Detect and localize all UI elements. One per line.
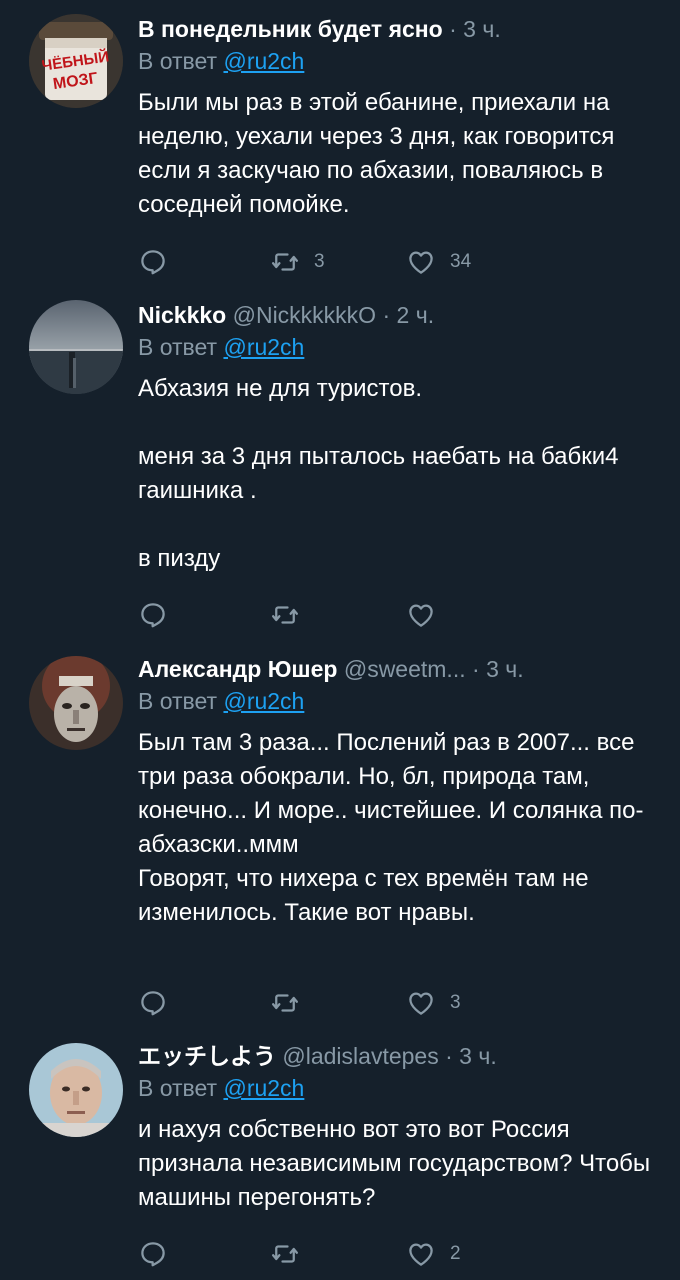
timestamp[interactable]: 2 ч. — [397, 302, 435, 328]
separator-dot: · — [382, 302, 397, 328]
reply-button[interactable] — [138, 598, 168, 632]
retweet-button[interactable] — [270, 1237, 300, 1271]
retweet-icon — [272, 1245, 298, 1263]
like-count: 2 — [450, 1243, 461, 1264]
reply-label: В ответ — [138, 688, 218, 714]
tweet-text: и нахуя собственно вот это вот Россия пр… — [138, 1116, 657, 1211]
avatar[interactable] — [29, 300, 123, 394]
tweet-header: Nickkko @NickkkkkkO · 2 ч. — [138, 300, 660, 330]
user-handle[interactable]: @ladislavtepes — [282, 1043, 438, 1069]
reply-mention-link[interactable]: @ru2ch — [223, 48, 304, 74]
reply-button[interactable] — [138, 245, 168, 279]
reply-mention-link[interactable]: @ru2ch — [223, 1075, 304, 1101]
display-name[interactable]: Александр Юшер — [138, 656, 337, 682]
heart-icon — [409, 992, 433, 1015]
timestamp[interactable]: 3 ч. — [459, 1043, 497, 1069]
reply-icon — [141, 603, 165, 628]
man-portrait-icon — [29, 1043, 123, 1137]
like-button[interactable]: 34 — [406, 245, 471, 279]
user-handle[interactable]: @NickkkkkkO — [233, 302, 376, 328]
like-button[interactable] — [406, 598, 436, 632]
reply-context: В ответ @ru2ch — [138, 46, 660, 76]
display-name[interactable]: エッチしよう — [138, 1043, 276, 1069]
separator-dot: · — [445, 1043, 460, 1069]
reply-label: В ответ — [138, 1075, 218, 1101]
reply-button[interactable] — [138, 1237, 168, 1271]
tweet-header: エッチしよう @ladislavtepes · 3 ч. — [138, 1041, 660, 1071]
retweet-button[interactable] — [270, 598, 300, 632]
avatar[interactable] — [29, 1043, 123, 1137]
reply-context: В ответ @ru2ch — [138, 686, 660, 716]
sea-photo-icon — [29, 300, 123, 394]
avatar[interactable] — [29, 656, 123, 750]
timestamp[interactable]: 3 ч. — [486, 656, 524, 682]
heart-icon — [409, 604, 433, 627]
tweet-header: Александр Юшер @sweetm... · 3 ч. — [138, 654, 660, 684]
tweet-text: Были мы раз в этой ебанине, приехали на … — [138, 89, 622, 218]
heart-icon — [409, 251, 433, 274]
reply-icon — [141, 250, 165, 275]
display-name[interactable]: В понедельник будет ясно — [138, 16, 443, 42]
retweet-icon — [272, 606, 298, 624]
tweet-actions: 3 34 — [138, 245, 558, 279]
face-art-icon — [29, 656, 123, 750]
retweet-button[interactable] — [270, 986, 300, 1020]
like-button[interactable]: 3 — [406, 986, 461, 1020]
tweet-header: В понедельник будет ясно · 3 ч. — [138, 14, 660, 44]
reply-context: В ответ @ru2ch — [138, 332, 660, 362]
user-handle[interactable]: @sweetm... — [344, 656, 466, 682]
retweet-count: 3 — [314, 251, 325, 272]
like-count: 34 — [450, 251, 472, 272]
reply-icon — [141, 1242, 165, 1267]
retweet-icon — [272, 994, 298, 1012]
tweet-actions: 3 — [138, 986, 558, 1020]
reply-label: В ответ — [138, 48, 218, 74]
retweet-button[interactable]: 3 — [270, 245, 325, 279]
reply-mention-link[interactable]: @ru2ch — [223, 688, 304, 714]
reply-label: В ответ — [138, 334, 218, 360]
tweet-actions — [138, 598, 558, 632]
display-name[interactable]: Nickkko — [138, 302, 226, 328]
separator-dot: · — [449, 16, 464, 42]
tweet-text: Абхазия не для туристов. меня за 3 дня п… — [138, 375, 619, 572]
heart-icon — [409, 1243, 433, 1266]
tweet-text: Был там 3 раза... Послений раз в 2007...… — [138, 729, 644, 926]
jar-photo-icon: ЧЁБНЫЙ МОЗГ — [29, 14, 123, 108]
avatar[interactable]: ЧЁБНЫЙ МОЗГ — [29, 14, 123, 108]
separator-dot: · — [472, 656, 487, 682]
retweet-icon — [272, 253, 298, 271]
reply-button[interactable] — [138, 986, 168, 1020]
reply-context: В ответ @ru2ch — [138, 1073, 660, 1103]
timestamp[interactable]: 3 ч. — [463, 16, 501, 42]
like-count: 3 — [450, 992, 461, 1013]
tweet-actions: 2 — [138, 1237, 558, 1271]
reply-icon — [141, 991, 165, 1016]
reply-mention-link[interactable]: @ru2ch — [223, 334, 304, 360]
like-button[interactable]: 2 — [406, 1237, 461, 1271]
